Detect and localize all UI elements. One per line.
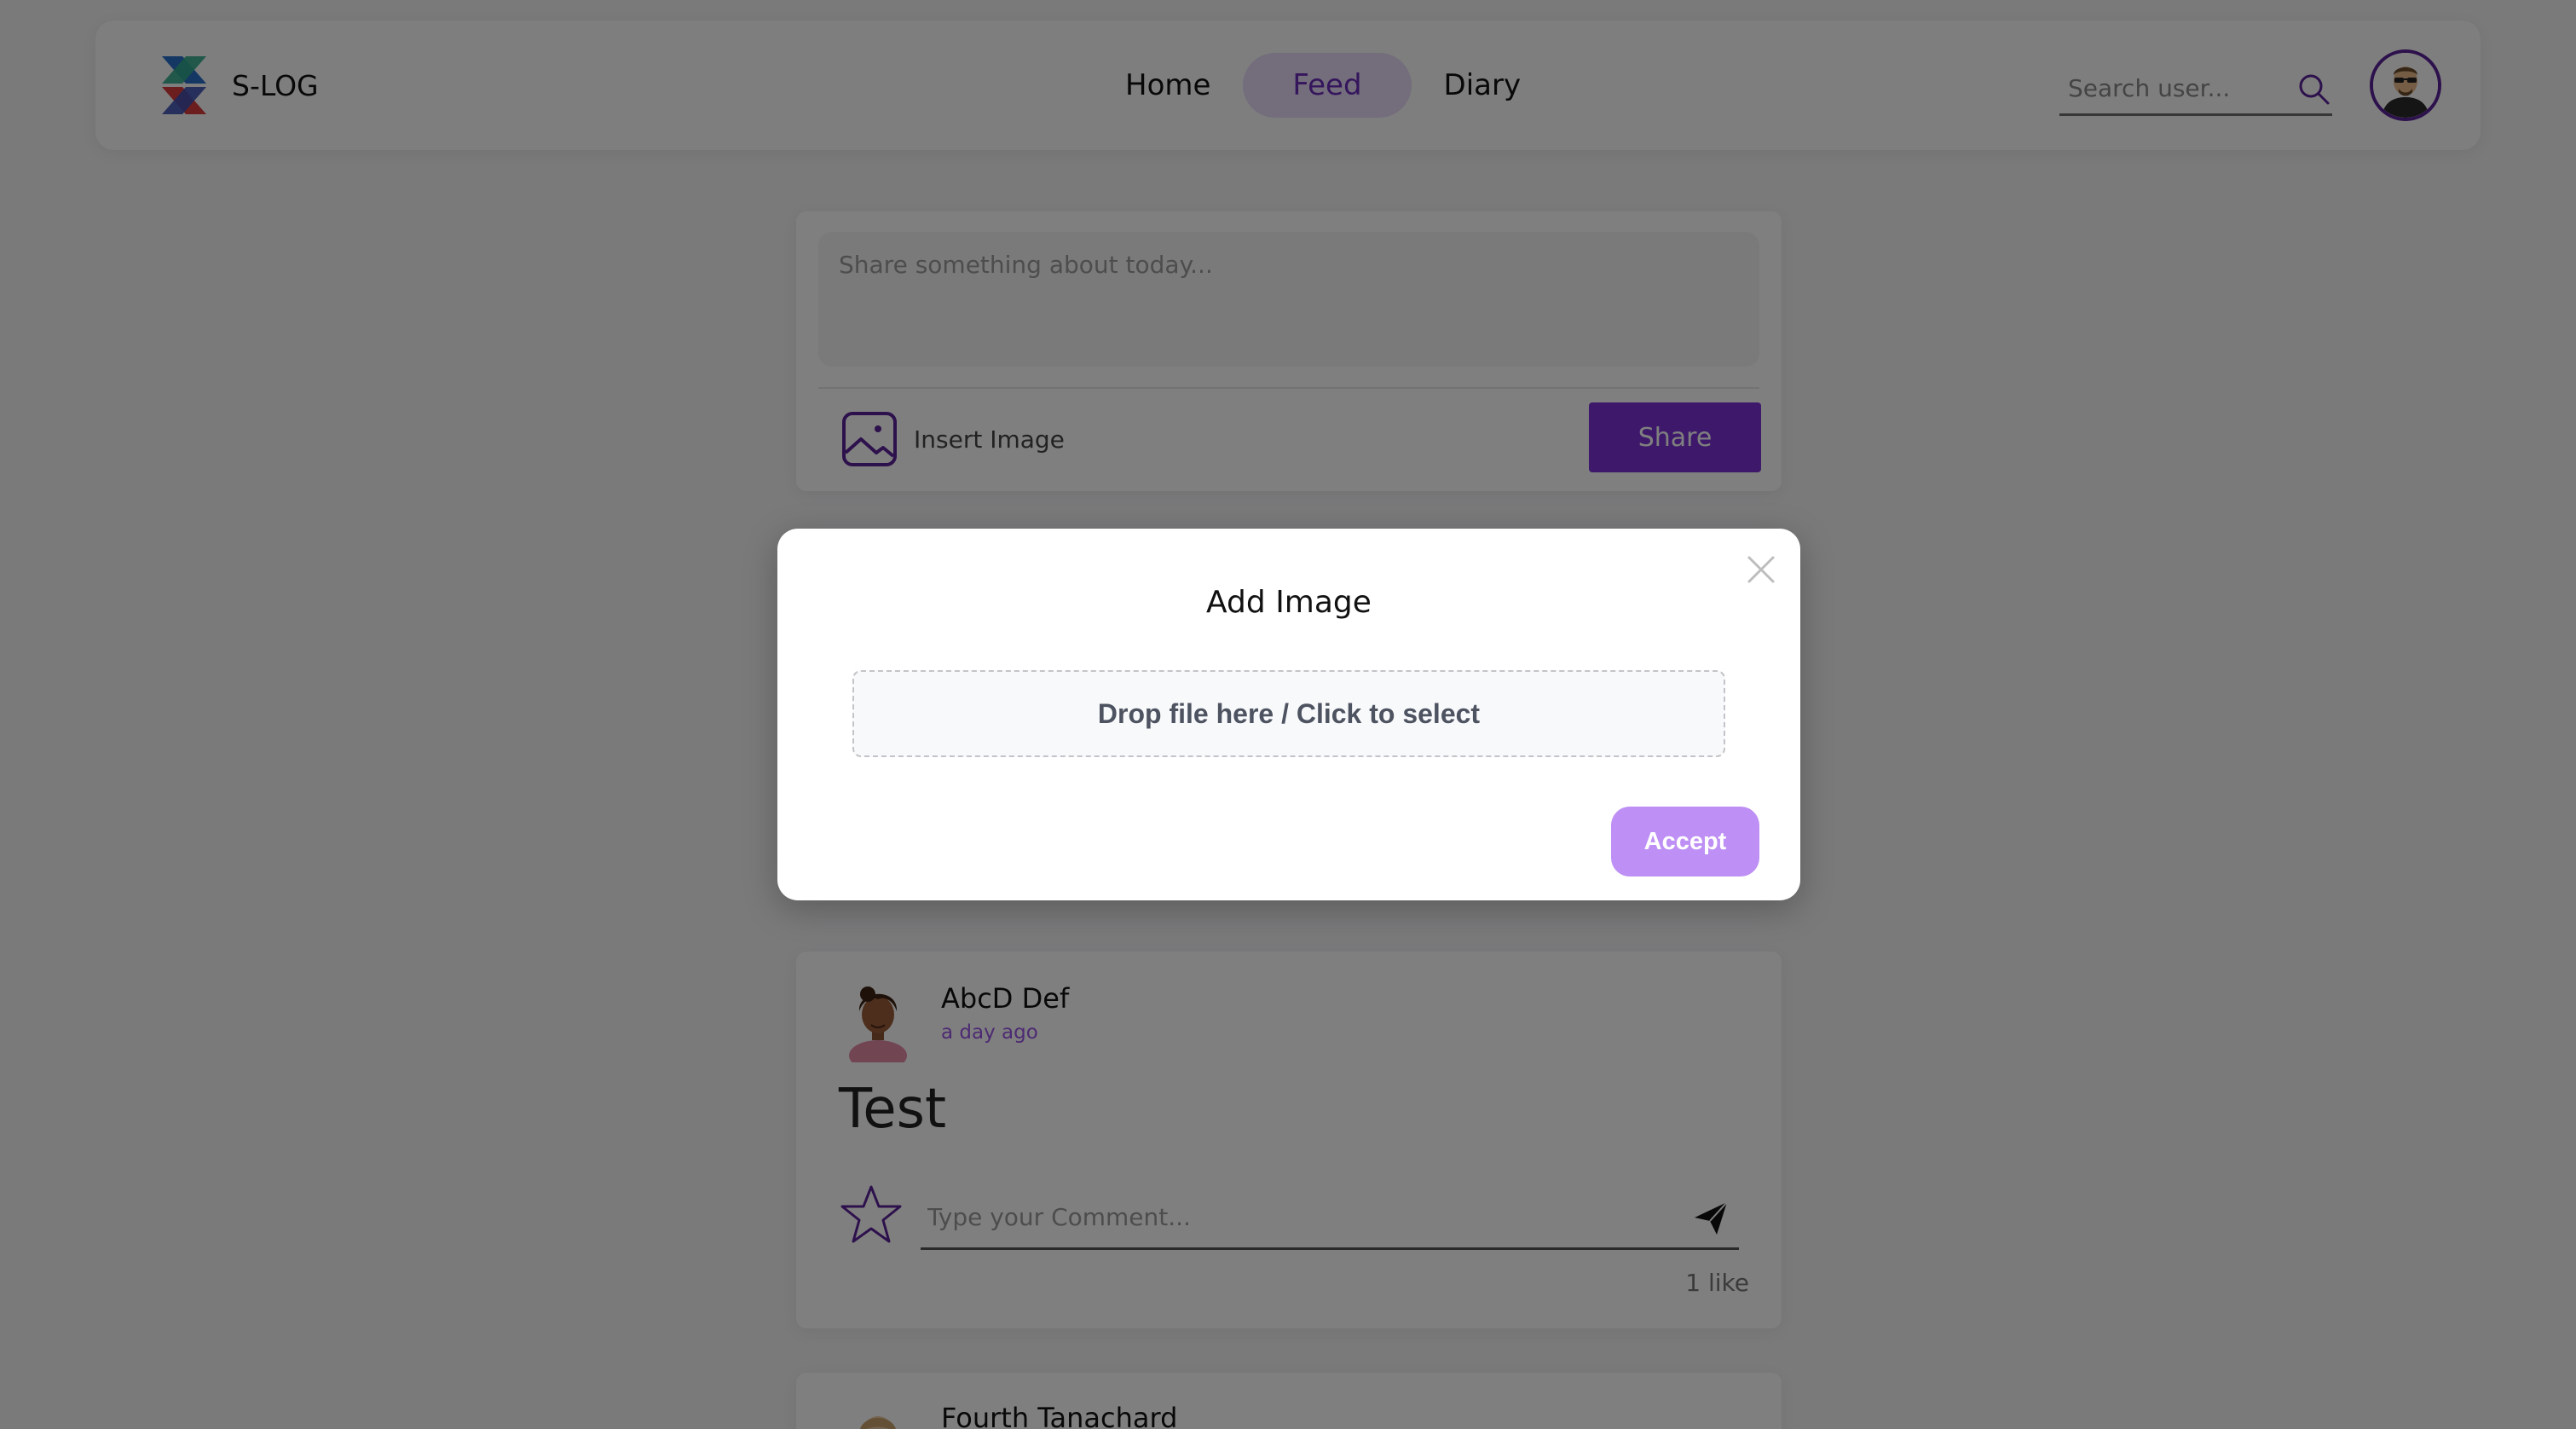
modal-title: Add Image bbox=[1206, 585, 1372, 620]
file-dropzone[interactable]: Drop file here / Click to select bbox=[852, 670, 1725, 757]
dropzone-text: Drop file here / Click to select bbox=[1097, 697, 1481, 729]
add-image-modal: Add Image Drop file here / Click to sele… bbox=[777, 529, 1800, 900]
close-icon[interactable] bbox=[1742, 551, 1780, 588]
app-page: S-LOG Home Feed Diary bbox=[0, 0, 2576, 1429]
accept-button[interactable]: Accept bbox=[1611, 807, 1759, 876]
